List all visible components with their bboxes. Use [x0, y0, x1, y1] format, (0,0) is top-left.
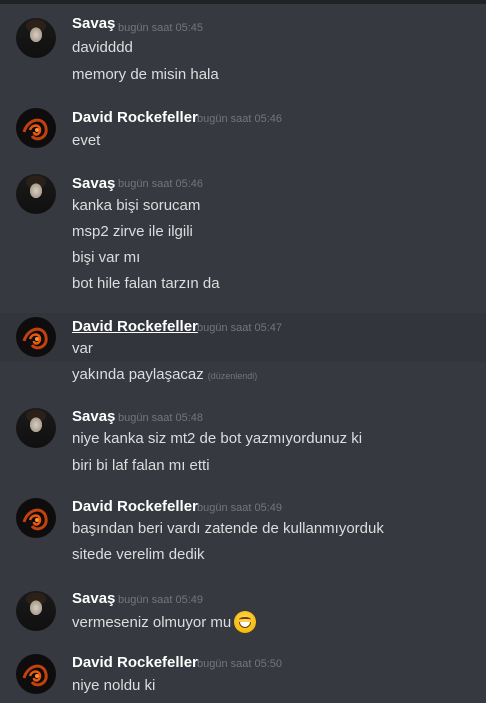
- author-name[interactable]: Savaş: [72, 175, 115, 192]
- message-timestamp: bugün saat 05:49: [118, 594, 204, 606]
- author-name[interactable]: David Rockefeller: [72, 654, 198, 671]
- message-text: niye noldu ki: [72, 677, 156, 694]
- message-timestamp: bugün saat 05:45: [118, 22, 204, 34]
- message-group: David Rockefeller bugün saat 05:50 niye …: [0, 648, 486, 703]
- message-group: Savaş bugün saat 05:49 vermeseniz olmuyo…: [0, 583, 486, 643]
- message-group: David Rockefeller bugün saat 05:49 başın…: [0, 490, 486, 575]
- message-text: evet: [72, 132, 101, 149]
- message-continuation: yakında paylaşacaz (düzenlendi): [0, 362, 486, 390]
- message-text: davidddd: [72, 39, 133, 56]
- avatar-art-icon: [22, 327, 48, 350]
- author-name[interactable]: David Rockefeller: [72, 109, 198, 126]
- message-timestamp: bugün saat 05:47: [197, 322, 283, 334]
- avatar-art-icon: [22, 664, 48, 687]
- top-bar: [0, 0, 486, 4]
- message-text: vermeseniz olmuyor mu: [72, 611, 257, 634]
- message-timestamp: bugün saat 05:50: [197, 658, 283, 670]
- author-name[interactable]: Savaş: [72, 408, 115, 425]
- message-timestamp: bugün saat 05:49: [197, 502, 283, 514]
- message-timestamp: bugün saat 05:46: [118, 178, 204, 190]
- message-text: kanka bişi sorucam: [72, 197, 201, 214]
- message-timestamp: bugün saat 05:46: [197, 113, 283, 125]
- message-text: msp2 zirve ile ilgili: [72, 223, 193, 240]
- message-text: yakında paylaşacaz (düzenlendi): [72, 366, 257, 383]
- message-group: Savaş bugün saat 05:45 davidddd memory d…: [0, 10, 486, 90]
- message-text-content: vermeseniz olmuyor mu: [72, 613, 232, 631]
- author-name[interactable]: David Rockefeller: [72, 318, 198, 335]
- avatar[interactable]: [16, 654, 56, 694]
- avatar-art-icon: [22, 508, 48, 531]
- avatar[interactable]: [16, 317, 56, 357]
- avatar[interactable]: [16, 408, 56, 448]
- avatar[interactable]: [16, 498, 56, 538]
- message-text: niye kanka siz mt2 de bot yazmıyordunuz …: [72, 430, 363, 447]
- avatar[interactable]: [16, 174, 56, 214]
- avatar[interactable]: [16, 108, 56, 148]
- message-text: memory de misin hala: [72, 66, 219, 83]
- message-text: sitede verelim dedik: [72, 546, 205, 563]
- author-name[interactable]: David Rockefeller: [72, 498, 198, 515]
- message-text: bot hile falan tarzın da: [72, 275, 220, 292]
- avatar[interactable]: [16, 591, 56, 631]
- message-timestamp: bugün saat 05:48: [118, 412, 204, 424]
- message-text-content: yakında paylaşacaz: [72, 366, 204, 383]
- message-text: bişi var mı: [72, 249, 141, 266]
- message-group: Savaş bugün saat 05:48 niye kanka siz mt…: [0, 400, 486, 485]
- message-group: Savaş bugün saat 05:46 kanka bişi soruca…: [0, 166, 486, 301]
- message-text: var: [72, 340, 93, 357]
- message-text: biri bi laf falan mı etti: [72, 457, 210, 474]
- author-name[interactable]: Savaş: [72, 590, 115, 607]
- message-group-hovered: David Rockefeller bugün saat 05:47 var: [0, 313, 486, 362]
- avatar[interactable]: [16, 18, 56, 58]
- author-name[interactable]: Savaş: [72, 15, 115, 32]
- grinning-face-emoji-icon[interactable]: [234, 611, 257, 633]
- message-text: başından beri vardı zatende de kullanmıy…: [72, 520, 384, 537]
- message-group: David Rockefeller bugün saat 05:46 evet: [0, 100, 486, 155]
- edited-label: (düzenlendi): [207, 371, 258, 381]
- avatar-art-icon: [22, 118, 48, 141]
